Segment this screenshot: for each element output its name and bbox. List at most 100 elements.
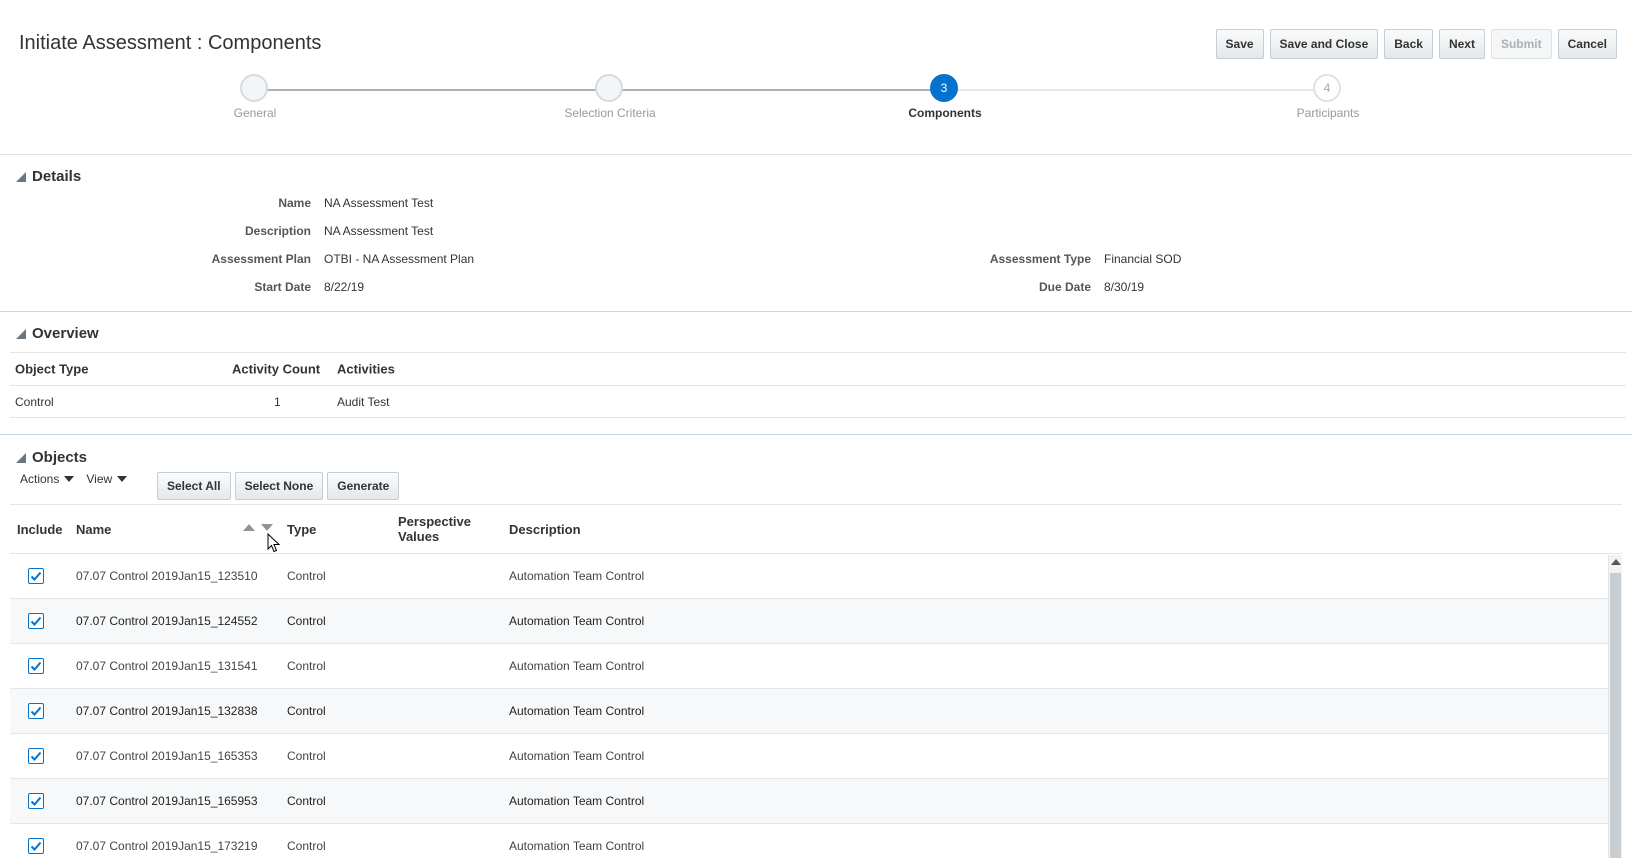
- start-date-value: 8/22/19: [324, 280, 365, 294]
- train-stop-label[interactable]: Components: [908, 106, 981, 120]
- column-header-perspective-values[interactable]: Perspective Values: [398, 514, 471, 544]
- column-header-type[interactable]: Type: [287, 522, 316, 537]
- table-row[interactable]: 07.07 Control 2019Jan15_131541 Control Aut…: [10, 644, 1622, 689]
- back-button[interactable]: Back: [1384, 29, 1433, 59]
- select-none-button[interactable]: Select None: [234, 472, 324, 500]
- checkmark-icon: [30, 661, 42, 671]
- checkmark-icon: [30, 616, 42, 626]
- objects-menu-bar: Actions View: [20, 472, 139, 486]
- include-checkbox[interactable]: [28, 613, 44, 629]
- table-row[interactable]: Control 1 Audit Test: [10, 386, 1626, 418]
- caret-down-icon: [117, 476, 128, 482]
- table-row[interactable]: 07.07 Control 2019Jan15_124552 Control Aut…: [10, 599, 1622, 644]
- train-stop-circle[interactable]: 4: [1313, 74, 1341, 102]
- train-stop-circle[interactable]: 3: [930, 74, 958, 102]
- column-header-perspective-line2: Values: [398, 529, 440, 544]
- objects-table: Include Name Type Perspective Values Des…: [10, 504, 1622, 858]
- overview-header[interactable]: Overview: [16, 325, 99, 342]
- train-stop-general[interactable]: General: [234, 74, 276, 120]
- include-checkbox[interactable]: [28, 658, 44, 674]
- objects-table-body: 07.07 Control 2019Jan15_123510 Control Aut…: [10, 554, 1622, 858]
- table-row[interactable]: 07.07 Control 2019Jan15_173219 Control Aut…: [10, 824, 1622, 858]
- object-type-cell: Control: [15, 394, 54, 409]
- select-all-button[interactable]: Select All: [157, 472, 231, 500]
- include-checkbox[interactable]: [28, 838, 44, 854]
- assessment-type-label: Assessment Type: [989, 252, 1091, 266]
- table-row[interactable]: 07.07 Control 2019Jan15_132838 Control Aut…: [10, 689, 1622, 734]
- include-checkbox[interactable]: [28, 568, 44, 584]
- column-header-include[interactable]: Include: [17, 522, 63, 537]
- train-stop-label[interactable]: Participants: [1297, 106, 1360, 120]
- object-name-cell[interactable]: 07.07 Control 2019Jan15_132838: [76, 704, 258, 718]
- object-name-cell[interactable]: 07.07 Control 2019Jan15_165953: [76, 794, 258, 808]
- sort-controls: [243, 524, 273, 531]
- generate-button[interactable]: Generate: [327, 472, 400, 500]
- train-stop-selection-criteria[interactable]: Selection Criteria: [564, 74, 656, 120]
- sort-descending-icon[interactable]: [261, 524, 273, 531]
- scroll-up-arrow-icon[interactable]: [1611, 559, 1621, 565]
- include-checkbox[interactable]: [28, 793, 44, 809]
- next-button[interactable]: Next: [1438, 29, 1485, 59]
- train-connector: [945, 89, 1328, 91]
- vertical-scrollbar[interactable]: [1608, 555, 1622, 858]
- train-stop-circle[interactable]: [240, 74, 268, 102]
- objects-table-header: Include Name Type Perspective Values Des…: [10, 504, 1622, 554]
- object-type-cell: Control: [287, 569, 326, 583]
- column-header-activities[interactable]: Activities: [337, 362, 395, 377]
- assessment-type-value: Financial SOD: [1104, 252, 1182, 266]
- object-type-cell: Control: [287, 839, 326, 853]
- column-header-description[interactable]: Description: [509, 522, 581, 537]
- object-name-cell[interactable]: 07.07 Control 2019Jan15_123510: [76, 569, 258, 583]
- include-checkbox[interactable]: [28, 703, 44, 719]
- view-menu[interactable]: View: [86, 472, 128, 486]
- object-type-cell: Control: [287, 614, 326, 628]
- description-label: Description: [244, 224, 311, 238]
- table-row[interactable]: 07.07 Control 2019Jan15_165353 Control Aut…: [10, 734, 1622, 779]
- caret-down-icon: [64, 476, 75, 482]
- object-name-cell[interactable]: 07.07 Control 2019Jan15_131541: [76, 659, 258, 673]
- mouse-pointer-icon: [267, 533, 281, 553]
- column-header-perspective-line1: Perspective: [398, 514, 471, 529]
- actions-menu[interactable]: Actions: [20, 472, 75, 486]
- table-row[interactable]: 07.07 Control 2019Jan15_165953 Control Aut…: [10, 779, 1622, 824]
- collapse-triangle-icon[interactable]: [16, 328, 26, 339]
- save-and-close-button[interactable]: Save and Close: [1269, 29, 1379, 59]
- name-label: Name: [278, 196, 311, 210]
- page-toolbar: Save Save and Close Back Next Submit Can…: [1215, 29, 1617, 59]
- object-name-cell[interactable]: 07.07 Control 2019Jan15_173219: [76, 839, 258, 853]
- train-stop-label[interactable]: General: [234, 106, 277, 120]
- object-description-cell: Automation Team Control: [509, 794, 645, 808]
- description-value: NA Assessment Test: [324, 224, 434, 238]
- column-header-object-type[interactable]: Object Type: [15, 362, 88, 377]
- train-stop-participants[interactable]: 4 Participants: [1297, 74, 1359, 120]
- column-header-name[interactable]: Name: [76, 522, 111, 537]
- train-connector: [610, 89, 945, 91]
- divider: [0, 434, 1632, 435]
- collapse-triangle-icon[interactable]: [16, 452, 26, 463]
- train-stop-label[interactable]: Selection Criteria: [564, 106, 655, 120]
- process-train: General Selection Criteria 3 Components …: [0, 74, 1632, 124]
- object-description-cell: Automation Team Control: [509, 659, 645, 673]
- train-stop-components[interactable]: 3 Components: [908, 74, 982, 120]
- submit-button: Submit: [1490, 29, 1552, 59]
- object-description-cell: Automation Team Control: [509, 614, 645, 628]
- scrollbar-thumb[interactable]: [1610, 573, 1621, 858]
- collapse-triangle-icon[interactable]: [16, 171, 26, 182]
- include-checkbox[interactable]: [28, 748, 44, 764]
- details-title: Details: [32, 168, 82, 185]
- save-button[interactable]: Save: [1215, 29, 1264, 59]
- object-name-cell[interactable]: 07.07 Control 2019Jan15_124552: [76, 614, 258, 628]
- objects-header[interactable]: Objects: [16, 449, 87, 466]
- table-row[interactable]: 07.07 Control 2019Jan15_123510 Control Aut…: [10, 554, 1622, 599]
- object-name-cell[interactable]: 07.07 Control 2019Jan15_165353: [76, 749, 258, 763]
- due-date-label: Due Date: [1038, 280, 1091, 294]
- column-header-activity-count[interactable]: Activity Count: [232, 362, 320, 377]
- due-date-value: 8/30/19: [1104, 280, 1145, 294]
- train-stop-circle[interactable]: [595, 74, 623, 102]
- cancel-button[interactable]: Cancel: [1557, 29, 1617, 59]
- details-header[interactable]: Details: [16, 168, 81, 185]
- object-description-cell: Automation Team Control: [509, 569, 645, 583]
- activity-count-cell: 1: [274, 394, 281, 409]
- sort-ascending-icon[interactable]: [243, 524, 255, 531]
- checkmark-icon: [30, 751, 42, 761]
